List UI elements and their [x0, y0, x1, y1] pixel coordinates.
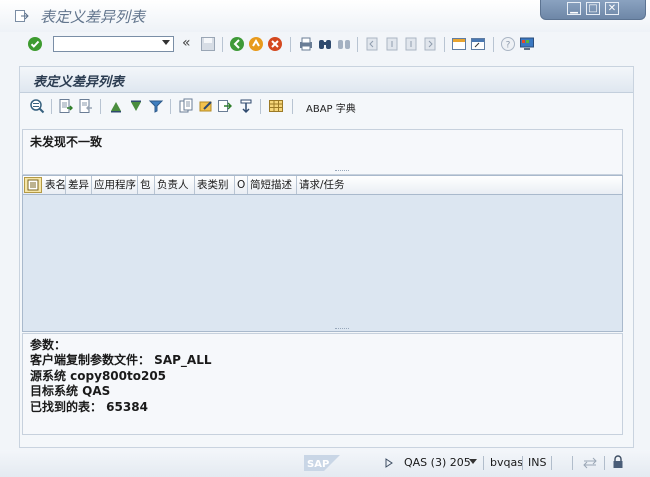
table-icon[interactable]: [268, 98, 284, 114]
app-menu-icon[interactable]: [15, 10, 29, 22]
lock-icon[interactable]: [612, 455, 624, 469]
print-list-icon[interactable]: [238, 98, 254, 114]
client-copy-profile: 客户端复制参数文件： SAP_ALL: [30, 353, 212, 367]
svg-text:SAP: SAP: [307, 459, 329, 470]
sort-descending-icon[interactable]: [128, 98, 144, 114]
close-icon[interactable]: ✕: [605, 2, 619, 15]
import-icon[interactable]: [78, 98, 94, 114]
enter-icon[interactable]: [27, 36, 43, 52]
change-icon[interactable]: [198, 98, 214, 114]
window-controls: ▁ □ ✕: [540, 0, 646, 20]
compare-icon[interactable]: [217, 98, 233, 114]
status-message: 未发现不一致: [30, 135, 103, 149]
target-system: 目标系统 QAS: [30, 384, 111, 398]
tables-found: 已找到的表： 65384: [30, 400, 148, 414]
maximize-icon[interactable]: □: [586, 2, 600, 15]
connection-icon: [583, 457, 597, 469]
select-all-icon[interactable]: [24, 177, 42, 193]
splitter-handle[interactable]: [335, 328, 349, 331]
page-title: 表定义差异列表: [33, 75, 125, 90]
splitter-handle[interactable]: [335, 170, 349, 173]
panel-header: 表定义差异列表: [20, 67, 633, 93]
column-header-short-description[interactable]: 简短描述: [248, 176, 297, 194]
chevron-down-icon[interactable]: [469, 459, 477, 464]
export-icon[interactable]: [58, 98, 74, 114]
chevron-down-icon[interactable]: [162, 40, 170, 45]
grid-header: 表名 差异 应用程序 包 负责人 表类别 O 简短描述 请求/任务: [23, 176, 622, 195]
column-header-request-task[interactable]: 请求/任务: [297, 176, 351, 194]
parameters-area: 参数： 客户端复制参数文件： SAP_ALL 源系统 copy800to205 …: [22, 333, 623, 435]
sort-ascending-icon[interactable]: [108, 98, 124, 114]
grid-select-icon: [27, 179, 39, 191]
server-name: bvqas: [490, 456, 523, 469]
column-header-o[interactable]: O: [235, 176, 248, 194]
minimize-icon[interactable]: ▁: [567, 2, 581, 15]
column-header-difference[interactable]: 差异: [66, 176, 92, 194]
title-bar: 表定义差异列表 ▁ □ ✕: [0, 0, 650, 32]
message-area: 未发现不一致: [22, 129, 623, 175]
abap-dictionary-button[interactable]: ABAP 字典: [306, 100, 356, 115]
details-icon[interactable]: [29, 98, 45, 114]
sap-logo: SAP: [304, 455, 340, 471]
command-field[interactable]: [53, 36, 174, 52]
column-header-application[interactable]: 应用程序: [92, 176, 138, 194]
insert-mode: INS: [528, 456, 547, 469]
column-header-responsible[interactable]: 负责人: [155, 176, 195, 194]
system-info[interactable]: QAS (3) 205: [404, 456, 471, 469]
results-grid: 表名 差异 应用程序 包 负责人 表类别 O 简短描述 请求/任务: [22, 175, 623, 332]
copy-icon[interactable]: [178, 98, 194, 114]
column-header-table-class[interactable]: 表类别: [195, 176, 235, 194]
column-header-table-name[interactable]: 表名: [43, 176, 66, 194]
play-icon[interactable]: [385, 458, 393, 468]
column-header-package[interactable]: 包: [138, 176, 155, 194]
filter-icon[interactable]: [148, 98, 164, 114]
status-bar: SAP QAS (3) 205 bvqas INS: [0, 450, 650, 477]
window-title: 表定义差异列表: [40, 8, 146, 26]
